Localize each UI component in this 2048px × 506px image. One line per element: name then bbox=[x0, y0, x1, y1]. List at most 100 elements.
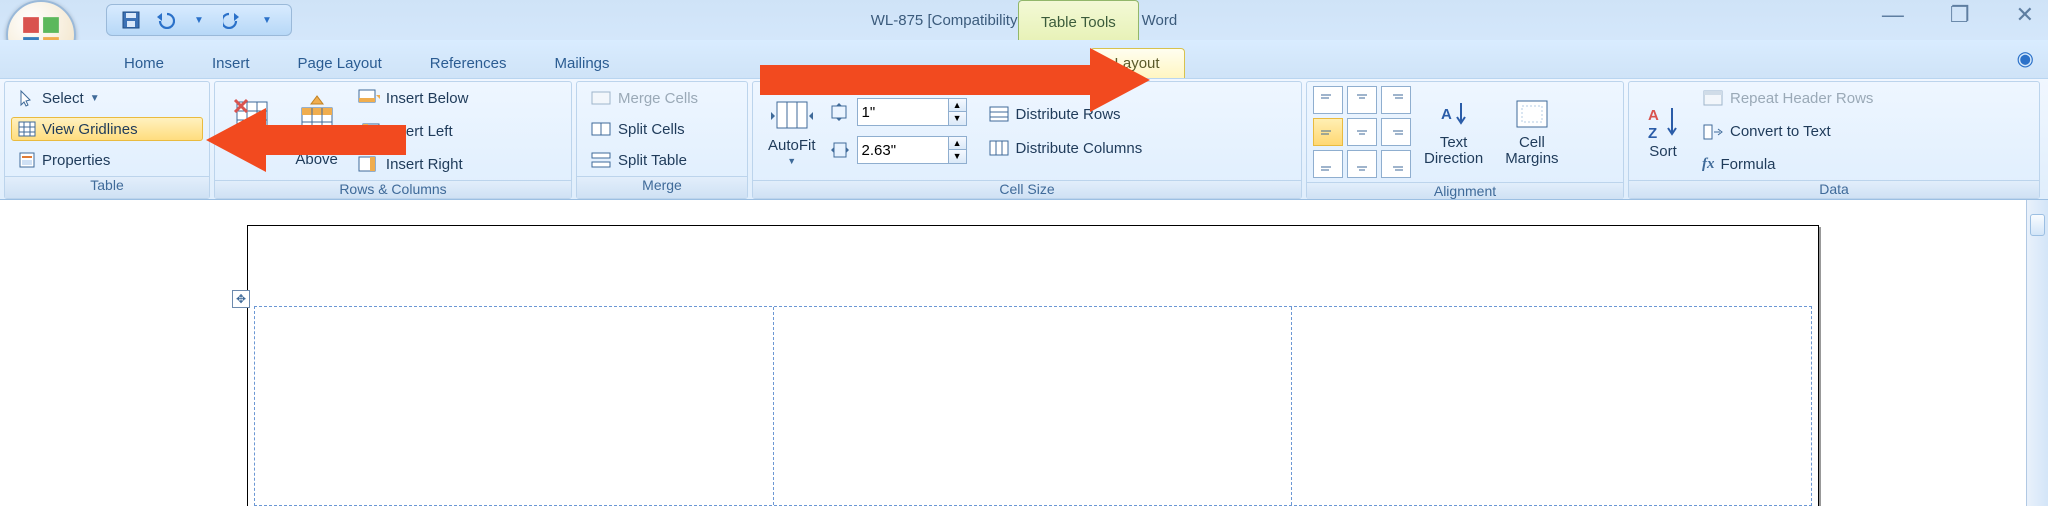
sort-button[interactable]: AZ Sort bbox=[1635, 86, 1691, 176]
repeat-header-label: Repeat Header Rows bbox=[1730, 90, 1873, 107]
delete-button[interactable]: Delete ▼ bbox=[221, 86, 282, 176]
properties-button[interactable]: Properties bbox=[11, 148, 203, 172]
align-bottom-center[interactable] bbox=[1347, 150, 1377, 178]
insert-above-button[interactable]: Insert Above bbox=[286, 86, 347, 176]
sort-label: Sort bbox=[1649, 144, 1677, 160]
merge-cells-icon bbox=[590, 89, 612, 107]
insert-left-icon bbox=[358, 122, 380, 140]
down-arrow-icon[interactable]: ▼ bbox=[948, 112, 966, 125]
merge-cells-button[interactable]: Merge Cells bbox=[583, 86, 741, 110]
col-width-spinner[interactable]: ▲▼ bbox=[857, 136, 967, 164]
insert-below-label: Insert Below bbox=[386, 90, 469, 107]
insert-right-label: Insert Right bbox=[386, 156, 463, 173]
tab-layout[interactable]: Layout bbox=[1090, 48, 1185, 78]
align-center-left[interactable] bbox=[1313, 118, 1343, 146]
group-merge-title: Merge bbox=[577, 176, 747, 198]
split-cells-label: Split Cells bbox=[618, 121, 685, 138]
distribute-rows-button[interactable]: Distribute Rows bbox=[981, 102, 1150, 126]
save-icon[interactable] bbox=[121, 10, 141, 30]
redo-icon[interactable] bbox=[223, 10, 243, 30]
up-arrow-icon[interactable]: ▲ bbox=[948, 99, 966, 112]
cell-margins-icon bbox=[1513, 95, 1551, 133]
tab-references[interactable]: References bbox=[406, 49, 531, 78]
maximize-button[interactable]: ❐ bbox=[1950, 4, 1970, 26]
insert-right-button[interactable]: Insert Right bbox=[351, 152, 476, 176]
minimize-button[interactable]: — bbox=[1882, 4, 1904, 26]
row-height-spinner[interactable]: ▲▼ bbox=[857, 98, 967, 126]
group-rows-columns: Delete ▼ Insert Above Insert Below Inser… bbox=[214, 81, 572, 199]
split-table-label: Split Table bbox=[618, 152, 687, 169]
distribute-cols-label: Distribute Columns bbox=[1016, 140, 1143, 157]
quick-access-toolbar: ▼ ▼ bbox=[106, 4, 292, 36]
align-center-right[interactable] bbox=[1381, 118, 1411, 146]
tab-home[interactable]: Home bbox=[100, 49, 188, 78]
tab-mailings[interactable]: Mailings bbox=[531, 49, 634, 78]
page[interactable]: ✥ bbox=[247, 225, 1819, 506]
row-height-input[interactable] bbox=[858, 99, 948, 125]
merge-cells-label: Merge Cells bbox=[618, 90, 698, 107]
ribbon: Select ▼ View Gridlines Properties Table… bbox=[0, 78, 2048, 200]
vertical-scrollbar[interactable] bbox=[2026, 200, 2048, 506]
insert-left-button[interactable]: Insert Left bbox=[351, 119, 476, 143]
split-cells-button[interactable]: Split Cells bbox=[583, 117, 741, 141]
table[interactable] bbox=[254, 306, 1812, 506]
up-arrow-icon[interactable]: ▲ bbox=[948, 137, 966, 150]
align-top-left[interactable] bbox=[1313, 86, 1343, 114]
col-width-icon bbox=[829, 139, 851, 161]
view-gridlines-button[interactable]: View Gridlines bbox=[11, 117, 203, 141]
align-top-right[interactable] bbox=[1381, 86, 1411, 114]
down-arrow-icon[interactable]: ▼ bbox=[948, 150, 966, 163]
close-button[interactable]: ✕ bbox=[2016, 4, 2034, 26]
col-width-input[interactable] bbox=[858, 137, 948, 163]
group-alignment: A Text Direction Cell Margins Alignment bbox=[1306, 81, 1624, 199]
align-bottom-right[interactable] bbox=[1381, 150, 1411, 178]
align-bottom-left[interactable] bbox=[1313, 150, 1343, 178]
convert-to-text-button[interactable]: Convert to Text bbox=[1695, 120, 1880, 144]
insert-below-icon bbox=[358, 89, 380, 107]
titlebar: ▼ ▼ WL-875 [Compatibility Mode] - Micros… bbox=[0, 0, 2048, 40]
distribute-columns-button[interactable]: Distribute Columns bbox=[981, 136, 1150, 160]
formula-button[interactable]: fx Formula bbox=[1695, 153, 1880, 176]
distribute-rows-icon bbox=[988, 105, 1010, 123]
svg-text:Z: Z bbox=[1648, 125, 1657, 142]
delete-table-icon bbox=[233, 96, 271, 136]
table-move-handle[interactable]: ✥ bbox=[232, 290, 250, 308]
text-direction-button[interactable]: A Text Direction bbox=[1415, 86, 1492, 176]
insert-below-button[interactable]: Insert Below bbox=[351, 86, 476, 110]
cell-margins-label: Cell Margins bbox=[1505, 135, 1558, 167]
split-table-icon bbox=[590, 151, 612, 169]
undo-icon[interactable] bbox=[155, 10, 175, 30]
repeat-header-icon bbox=[1702, 89, 1724, 107]
alignment-grid bbox=[1313, 86, 1411, 178]
select-button[interactable]: Select ▼ bbox=[11, 86, 203, 110]
tab-page-layout[interactable]: Page Layout bbox=[274, 49, 406, 78]
group-cell-size: AutoFit ▼ ▲▼ ▲▼ Distribute Rows bbox=[752, 81, 1302, 199]
svg-text:A: A bbox=[1648, 107, 1659, 124]
qat-dropdown-icon[interactable]: ▼ bbox=[189, 10, 209, 30]
convert-text-icon bbox=[1702, 123, 1724, 141]
contextual-tab-tabletools: Table Tools bbox=[1018, 0, 1139, 40]
repeat-header-rows-button[interactable]: Repeat Header Rows bbox=[1695, 86, 1880, 110]
group-data: AZ Sort Repeat Header Rows Convert to Te… bbox=[1628, 81, 2040, 199]
qat-customize-icon[interactable]: ▼ bbox=[257, 10, 277, 30]
select-label: Select bbox=[42, 90, 84, 107]
chevron-down-icon: ▼ bbox=[787, 156, 796, 166]
group-data-title: Data bbox=[1629, 180, 2039, 198]
formula-icon: fx bbox=[1702, 156, 1715, 173]
ribbon-tabs: Home Insert Page Layout References Maili… bbox=[0, 40, 2048, 78]
cell-margins-button[interactable]: Cell Margins bbox=[1496, 86, 1567, 176]
help-icon[interactable]: ◉ bbox=[2017, 46, 2034, 71]
tab-insert[interactable]: Insert bbox=[188, 49, 274, 78]
autofit-button[interactable]: AutoFit ▼ bbox=[759, 86, 825, 176]
group-table: Select ▼ View Gridlines Properties Table bbox=[4, 81, 210, 199]
chevron-down-icon: ▼ bbox=[90, 93, 100, 104]
group-table-title: Table bbox=[5, 176, 209, 198]
align-center-center[interactable] bbox=[1347, 118, 1377, 146]
delete-label: Delete bbox=[230, 138, 273, 154]
split-table-button[interactable]: Split Table bbox=[583, 148, 741, 172]
insert-right-icon bbox=[358, 155, 380, 173]
scrollbar-thumb[interactable] bbox=[2030, 214, 2045, 236]
align-top-center[interactable] bbox=[1347, 86, 1377, 114]
gridlines-icon bbox=[18, 120, 36, 138]
row-height-icon bbox=[829, 101, 851, 123]
